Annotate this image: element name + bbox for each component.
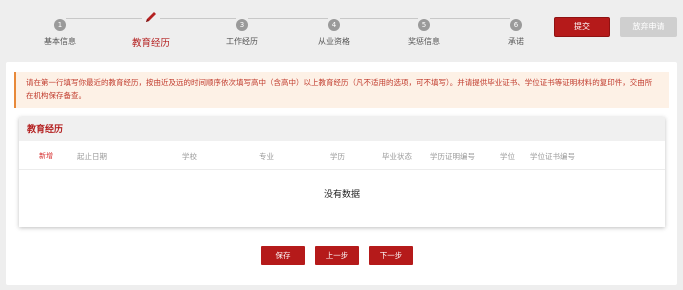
column-header: 毕业状态 [382,152,412,161]
step-number: 3 [236,19,248,31]
column-header: 学校 [182,152,197,161]
step-number: 6 [510,19,522,31]
step-number: 5 [418,19,430,31]
action-bar: 保存 上一步 下一步 [6,246,677,266]
step-number: 1 [54,19,66,31]
column-header: 学历证明编号 [430,152,475,161]
next-step-button[interactable]: 下一步 [369,246,413,265]
step-work-experience[interactable]: 3 工作经历 [202,12,282,47]
column-header: 起止日期 [77,152,107,161]
column-header: 专业 [259,152,274,161]
education-card: 教育经历 新增 起止日期 学校 专业 学历 毕业状态 学历证明编号 学位 学位证… [19,117,665,227]
column-header: 学位证书编号 [530,152,575,161]
step-education[interactable]: 教育经历 [111,9,191,49]
section-title: 教育经历 [19,117,665,141]
column-header: 学历 [330,152,345,161]
add-row-link[interactable]: 新增 [39,151,53,161]
step-label: 承诺 [508,37,524,46]
save-button[interactable]: 保存 [261,246,305,265]
main-panel: 请在第一行填写你最近的教育经历，按由近及远的时间顺序依次填写高中（含高中）以上教… [6,62,677,285]
step-commitment[interactable]: 6 承诺 [476,12,556,47]
step-qualification[interactable]: 4 从业资格 [294,12,374,47]
step-label: 基本信息 [44,37,76,46]
step-number: 4 [328,19,340,31]
pencil-icon [144,9,158,23]
step-basic-info[interactable]: 1 基本信息 [20,12,100,47]
table-header: 新增 起止日期 学校 专业 学历 毕业状态 学历证明编号 学位 学位证书编号 [19,141,665,170]
column-header: 学位 [500,152,515,161]
empty-state-text: 没有数据 [323,190,360,200]
step-label: 工作经历 [226,37,258,46]
notice-banner: 请在第一行填写你最近的教育经历，按由近及远的时间顺序依次填写高中（含高中）以上教… [14,72,669,108]
step-label: 从业资格 [318,37,350,46]
submit-button[interactable]: 提交 [554,17,610,37]
discard-application-button[interactable]: 放弃申请 [620,17,677,37]
previous-step-button[interactable]: 上一步 [315,246,359,265]
step-label: 教育经历 [131,38,170,49]
step-label: 奖惩信息 [408,37,440,46]
step-rewards-penalties[interactable]: 5 奖惩信息 [384,12,464,47]
